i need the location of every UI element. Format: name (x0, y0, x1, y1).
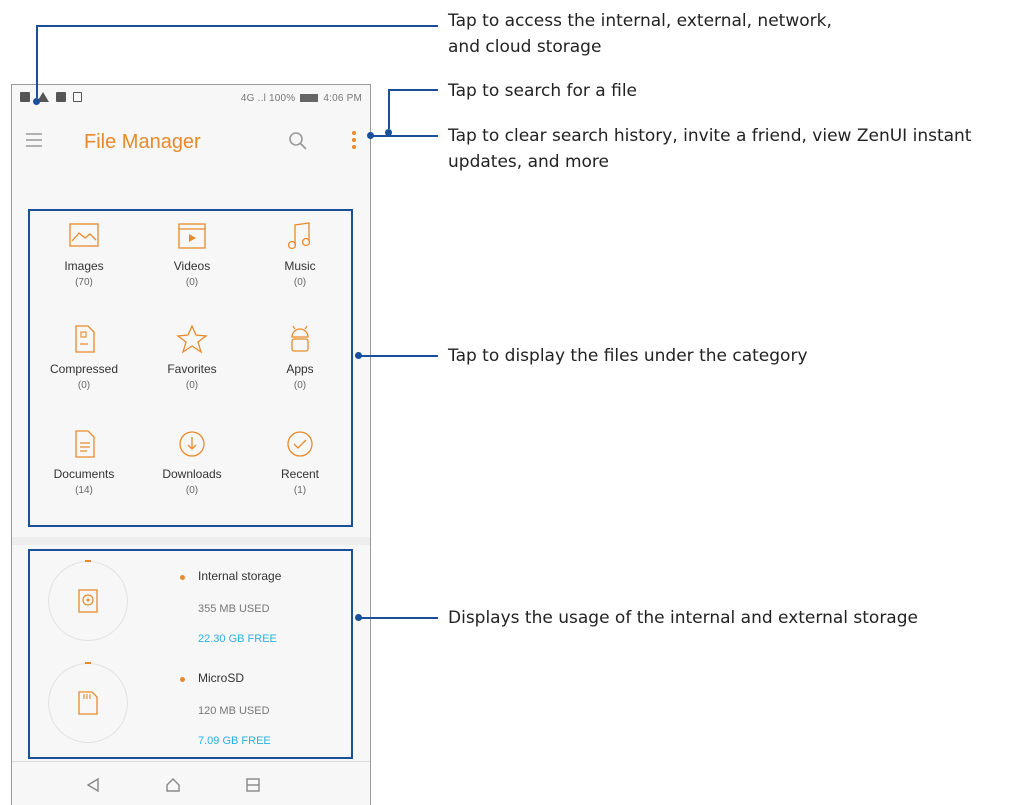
category-apps[interactable]: Apps (0) (250, 324, 350, 391)
category-count: (14) (75, 485, 93, 496)
menu-icon[interactable] (26, 133, 42, 147)
sd-card-icon (78, 691, 98, 715)
battery-icon (300, 94, 319, 103)
category-label: Apps (286, 362, 314, 376)
callout-line-category (358, 355, 438, 357)
storage-name: MicroSD (198, 671, 245, 685)
category-images[interactable]: Images (70) (34, 221, 134, 288)
callout-more: Tap to clear search history, invite a fr… (448, 123, 971, 175)
clock: 4:06 PM (323, 93, 362, 104)
category-count: (0) (185, 485, 199, 496)
category-compressed[interactable]: Compressed (0) (34, 324, 134, 391)
callout-search: Tap to search for a file (448, 81, 638, 101)
music-icon (287, 222, 311, 250)
category-downloads[interactable]: Downloads (0) (142, 429, 242, 496)
compressed-file-icon (75, 325, 95, 353)
page-title: File Manager (84, 131, 201, 153)
storage-used: 120 MB USED (198, 705, 270, 717)
storage-indicator-dot (180, 575, 185, 580)
storage-microsd[interactable]: MicroSD 120 MB USED 7.09 GB FREE (30, 659, 351, 759)
category-label: Favorites (167, 362, 217, 376)
gallery-notification-icon (20, 92, 30, 102)
app-bar: File Manager (12, 115, 370, 165)
screenshot-notification-icon (73, 92, 82, 102)
home-icon[interactable] (164, 776, 182, 794)
storage-used: 355 MB USED (198, 603, 270, 615)
storage-panel: Internal storage 355 MB USED 22.30 GB FR… (28, 549, 353, 759)
category-count: (0) (293, 277, 307, 288)
image-icon (69, 223, 99, 247)
recents-icon[interactable] (244, 776, 262, 794)
back-icon[interactable] (84, 776, 102, 794)
storage-free: 7.09 GB FREE (198, 735, 271, 747)
category-music[interactable]: Music (0) (250, 221, 350, 288)
category-documents[interactable]: Documents (14) (34, 429, 134, 496)
category-count: (70) (75, 277, 93, 288)
category-count: (0) (293, 380, 307, 391)
callout-more-line1: Tap to clear search history, invite a fr… (448, 126, 972, 146)
category-favorites[interactable]: Favorites (0) (142, 324, 242, 391)
category-count: (0) (185, 380, 199, 391)
check-circle-icon (287, 431, 313, 457)
category-label: Images (64, 259, 104, 273)
network-type: 4G (240, 93, 255, 104)
section-divider (12, 537, 370, 545)
callout-menu-line1: Tap to access the internal, external, ne… (448, 11, 832, 31)
storage-indicator-dot (180, 677, 185, 682)
callout-line-more (370, 135, 438, 137)
callout-bullet-more (367, 132, 374, 139)
phone-screen: 4G ..l 100% 4:06 PM File Manager Images … (11, 84, 371, 805)
storage-usage-ring (48, 560, 128, 641)
callout-line-search-horizontal (388, 89, 438, 91)
category-count: (1) (293, 485, 307, 496)
status-bar: 4G ..l 100% 4:06 PM (12, 85, 370, 111)
callout-line-search-vertical (388, 89, 390, 129)
signal-icon: ..l (257, 93, 269, 104)
battery-level: 100% (268, 93, 296, 104)
callout-menu-line2: and cloud storage (448, 37, 602, 57)
callout-storage: Displays the usage of the internal and e… (448, 608, 918, 628)
more-options-icon[interactable] (352, 131, 358, 153)
category-grid: Images (70) Videos (0) Music (0) Compres… (28, 209, 353, 527)
navigation-bar (12, 761, 370, 805)
android-icon (291, 325, 309, 352)
storage-usage-ring (48, 662, 128, 743)
internal-storage-icon (78, 589, 98, 613)
storage-name: Internal storage (198, 569, 282, 583)
category-label: Videos (173, 259, 211, 273)
document-icon (75, 430, 95, 458)
category-label: Music (284, 259, 316, 273)
search-icon[interactable] (288, 131, 308, 151)
callout-menu: Tap to access the internal, external, ne… (448, 8, 832, 60)
video-icon (178, 223, 206, 249)
category-label: Documents (53, 467, 115, 481)
category-count: (0) (185, 277, 199, 288)
category-label: Recent (280, 467, 320, 481)
category-recent[interactable]: Recent (1) (250, 429, 350, 496)
category-label: Downloads (162, 467, 222, 481)
callout-line-storage (358, 617, 438, 619)
callout-bullet-category (355, 352, 362, 359)
callout-line-menu-horizontal (36, 25, 438, 27)
star-icon (176, 324, 208, 354)
category-label: Compressed (49, 362, 119, 376)
storage-free: 22.30 GB FREE (198, 633, 277, 645)
callout-bullet-storage (355, 614, 362, 621)
callout-line-menu-vertical (36, 25, 38, 98)
storage-internal[interactable]: Internal storage 355 MB USED 22.30 GB FR… (30, 555, 351, 655)
download-icon (179, 431, 205, 457)
callout-more-line2: updates, and more (448, 152, 609, 172)
category-count: (0) (77, 380, 91, 391)
callout-category: Tap to display the files under the categ… (448, 346, 808, 366)
image-notification-icon (56, 92, 66, 102)
callout-bullet-menu (33, 98, 40, 105)
category-videos[interactable]: Videos (0) (142, 221, 242, 288)
